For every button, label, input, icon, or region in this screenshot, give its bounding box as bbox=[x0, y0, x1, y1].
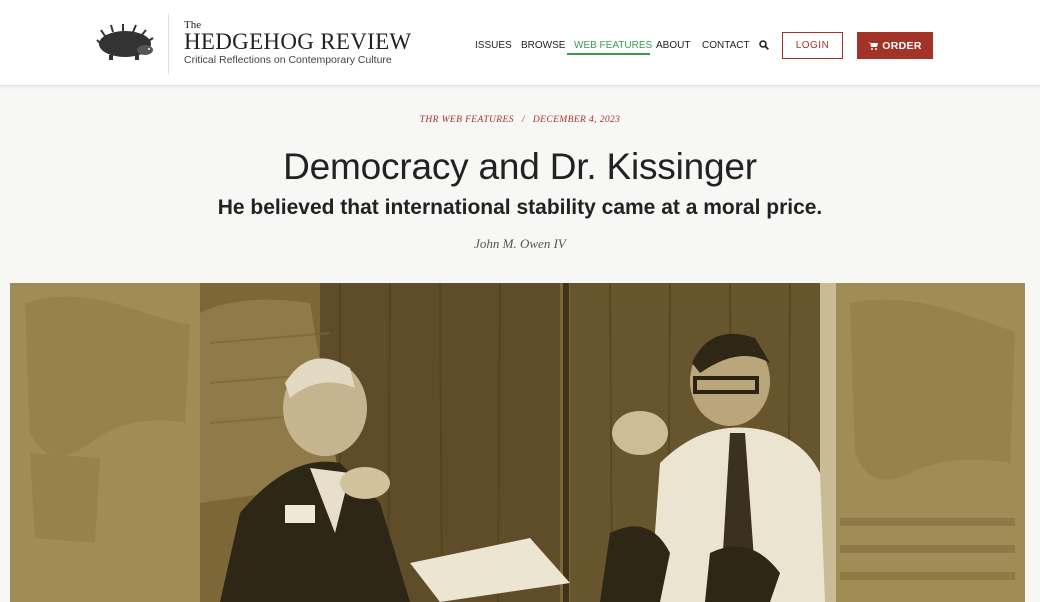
nav-browse[interactable]: BROWSE bbox=[521, 40, 565, 51]
order-button[interactable]: ORDER bbox=[857, 32, 933, 59]
brand-tagline: Critical Reflections on Contemporary Cul… bbox=[184, 54, 392, 66]
order-label: ORDER bbox=[882, 39, 922, 52]
nav-web-features[interactable]: WEB FEATURES bbox=[574, 40, 652, 51]
brand[interactable]: The HEDGEHOG REVIEW Critical Reflections… bbox=[184, 20, 412, 67]
article-subtitle: He believed that international stability… bbox=[217, 196, 823, 219]
site-header: The HEDGEHOG REVIEW Critical Reflections… bbox=[0, 0, 1040, 86]
article-title: Democracy and Dr. Kissinger bbox=[283, 146, 757, 187]
section-link[interactable]: THR WEB FEATURES bbox=[420, 115, 514, 125]
cart-icon bbox=[868, 42, 879, 50]
logo-divider bbox=[168, 14, 169, 74]
hedgehog-icon[interactable] bbox=[95, 22, 155, 62]
nav-about[interactable]: ABOUT bbox=[656, 40, 690, 51]
search-icon[interactable] bbox=[759, 40, 769, 50]
nav-issues[interactable]: ISSUES bbox=[475, 40, 512, 51]
nav-contact[interactable]: CONTACT bbox=[702, 40, 750, 51]
login-button[interactable]: LOGIN bbox=[782, 32, 843, 59]
kicker-separator: / bbox=[521, 115, 525, 125]
article-author[interactable]: John M. Owen IV bbox=[0, 236, 1040, 252]
brand-name: HEDGEHOG REVIEW bbox=[184, 29, 412, 54]
article-kicker: THR WEB FEATURES / DECEMBER 4, 2023 bbox=[0, 115, 1040, 125]
hero-illustration bbox=[10, 283, 1025, 602]
hero-image bbox=[10, 283, 1025, 602]
active-nav-underline bbox=[567, 53, 650, 55]
article-date: DECEMBER 4, 2023 bbox=[532, 115, 621, 125]
